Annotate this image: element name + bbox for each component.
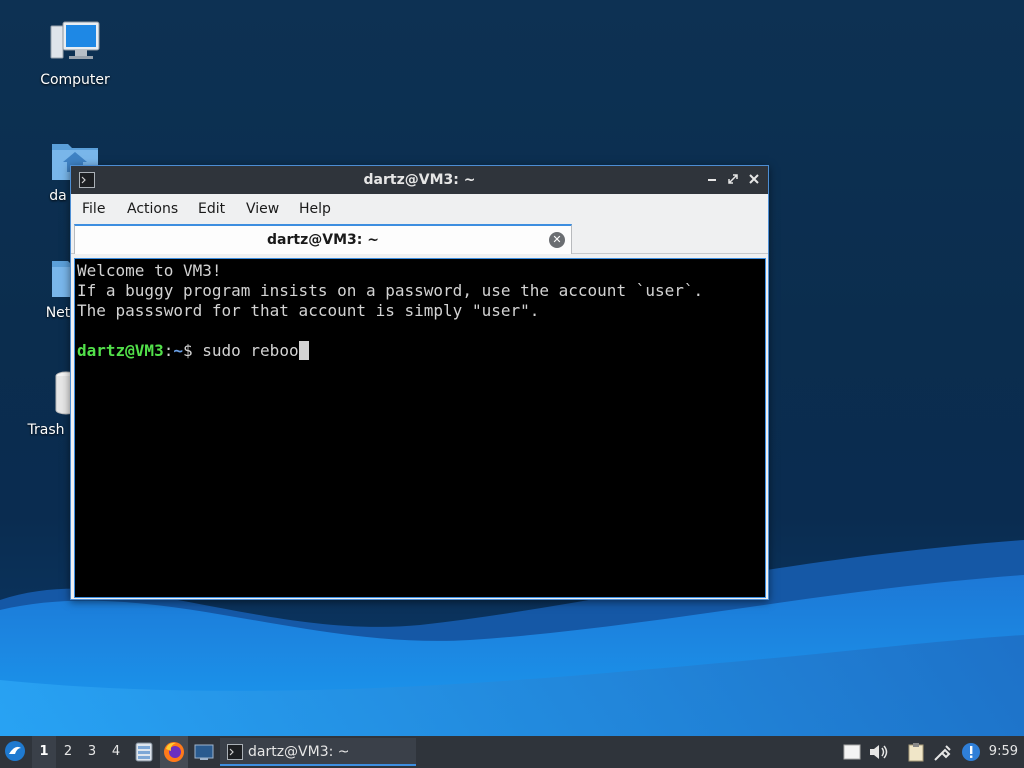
minimize-button[interactable]	[702, 170, 722, 190]
prompt-path: ~	[173, 341, 183, 360]
tab-title: dartz@VM3: ~	[267, 232, 379, 248]
file-manager-icon	[135, 742, 153, 762]
tray-updates[interactable]	[961, 742, 981, 766]
terminal-line: Welcome to VM3!	[77, 261, 222, 280]
taskbar-window-button[interactable]: dartz@VM3: ~	[220, 738, 416, 766]
workspace-1[interactable]: 1	[32, 736, 56, 768]
volume-icon	[870, 745, 888, 759]
terminal-tab[interactable]: dartz@VM3: ~ ✕	[74, 224, 572, 254]
power-plug-icon	[934, 745, 951, 761]
terminal-line: If a buggy program insists on a password…	[77, 281, 704, 300]
prompt-separator: :	[163, 341, 174, 360]
firefox-icon	[164, 742, 184, 762]
taskbar: 1 2 3 4 dartz@VM3: ~ 9:59	[0, 736, 1024, 768]
workspace-2[interactable]: 2	[56, 736, 80, 768]
terminal-line: The passsword for that account is simply…	[77, 301, 540, 320]
text-cursor	[298, 341, 309, 360]
start-menu-button[interactable]	[4, 740, 26, 764]
menubar: File Actions Edit View Help	[71, 194, 768, 224]
prompt-symbol: $	[182, 341, 203, 360]
menu-file[interactable]: File	[82, 201, 105, 217]
taskbar-window-label: dartz@VM3: ~	[248, 744, 350, 760]
window-titlebar[interactable]: dartz@VM3: ~	[71, 166, 768, 194]
clock[interactable]: 9:59	[989, 744, 1018, 759]
tab-close-button[interactable]: ✕	[549, 232, 565, 248]
terminal-app-icon	[227, 744, 243, 760]
desktop-icon-label: Computer	[40, 72, 110, 88]
prompt-user: dartz@VM3	[77, 341, 164, 360]
file-manager-launcher[interactable]	[134, 742, 154, 762]
tabbar: dartz@VM3: ~ ✕	[71, 224, 768, 254]
tray-clipboard[interactable]	[906, 742, 926, 766]
show-desktop-icon	[194, 744, 214, 760]
menu-help[interactable]: Help	[299, 201, 331, 217]
prompt-line: dartz@VM3:~$ sudo reboo	[77, 341, 765, 361]
menu-edit[interactable]: Edit	[198, 201, 225, 217]
notification-alert-icon	[962, 743, 980, 761]
computer-icon	[50, 21, 100, 59]
window-title: dartz@VM3: ~	[363, 172, 476, 188]
typed-command: sudo reboo	[202, 341, 299, 360]
tray-power[interactable]	[932, 742, 954, 766]
terminal-output[interactable]: Welcome to VM3! If a buggy program insist…	[74, 258, 766, 598]
terminal-window[interactable]: dartz@VM3: ~ File Actions Edit View Help…	[70, 165, 769, 600]
tray-volume[interactable]	[868, 742, 890, 766]
workspace-4[interactable]: 4	[104, 736, 128, 768]
menu-actions[interactable]: Actions	[127, 201, 178, 217]
desktop-launcher[interactable]	[194, 742, 214, 762]
minimize-icon	[708, 179, 716, 181]
firefox-launcher[interactable]	[160, 736, 188, 768]
maximize-icon	[728, 174, 738, 184]
close-icon: ✕	[552, 233, 562, 246]
note-icon	[843, 744, 861, 760]
menu-view[interactable]: View	[246, 201, 279, 217]
maximize-button[interactable]	[723, 170, 743, 190]
close-button[interactable]	[744, 170, 764, 190]
clipboard-icon	[908, 743, 924, 762]
workspace-3[interactable]: 3	[80, 736, 104, 768]
close-icon	[749, 174, 759, 184]
desktop-icon-computer[interactable]: Computer	[25, 20, 125, 88]
tray-notes[interactable]	[842, 742, 862, 766]
lubuntu-logo-icon	[5, 741, 25, 761]
